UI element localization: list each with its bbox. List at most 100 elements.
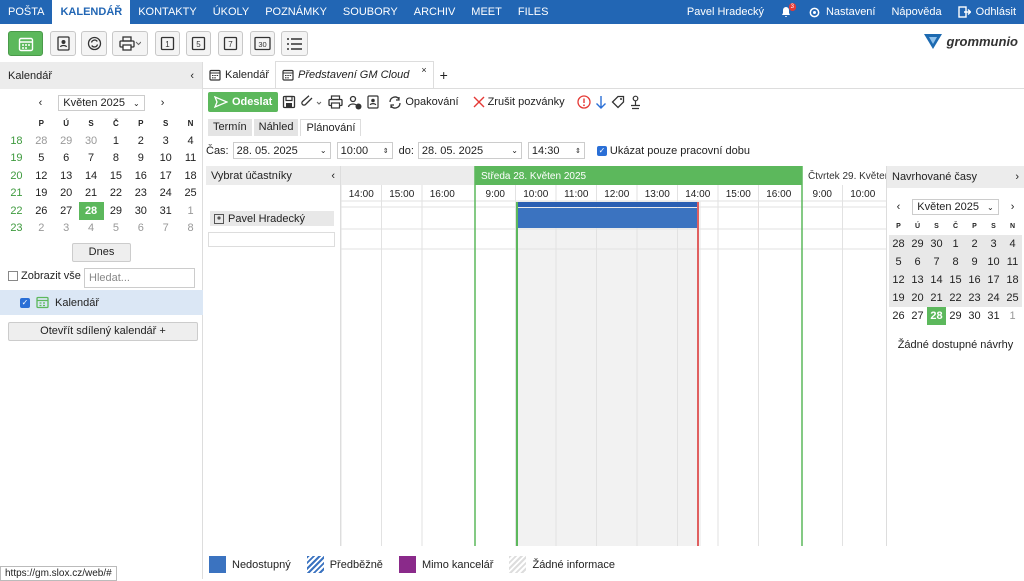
calendar-day[interactable]: 13 (908, 271, 927, 289)
subtab-scheduling[interactable]: Plánování (300, 119, 362, 136)
calendar-day[interactable]: 11 (178, 150, 203, 168)
save-icon[interactable] (282, 95, 296, 109)
calendar-day[interactable]: 23 (128, 185, 153, 203)
nav-item[interactable]: FILES (510, 0, 557, 24)
low-importance-icon[interactable] (595, 95, 607, 109)
calendar-day[interactable]: 5 (29, 150, 54, 168)
add-participant-input[interactable] (208, 232, 335, 247)
add-tab-button[interactable]: + (434, 61, 454, 88)
calendar-day[interactable]: 28 (29, 132, 54, 150)
calendar-day[interactable]: 14 (79, 167, 104, 185)
calendar-day[interactable]: 20 (54, 185, 79, 203)
tab-appointment[interactable]: Představení GM Cloud × (276, 61, 434, 88)
calendar-day[interactable]: 29 (104, 202, 129, 220)
calendar-day[interactable]: 22 (104, 185, 129, 203)
calendar-day[interactable]: 7 (153, 220, 178, 238)
calendar-day[interactable]: 2 (965, 235, 984, 253)
calendar-day[interactable]: 5 (104, 220, 129, 238)
prev-month-icon[interactable]: ‹ (39, 97, 43, 109)
month-select[interactable]: Květen 2025 ⌄ (58, 95, 145, 111)
calendar-day[interactable]: 17 (153, 167, 178, 185)
calendar-day[interactable]: 17 (984, 271, 1003, 289)
calendar-day[interactable]: 5 (889, 253, 908, 271)
notifications-button[interactable]: 3 (780, 3, 796, 18)
calendar-day[interactable]: 1 (104, 132, 129, 150)
calendar-day[interactable]: 2 (128, 132, 153, 150)
calendar-day[interactable]: 16 (128, 167, 153, 185)
next-month-icon[interactable]: › (1011, 201, 1015, 213)
print-button[interactable] (112, 31, 148, 56)
close-tab-icon[interactable]: × (421, 65, 426, 75)
calendar-day[interactable]: 8 (946, 253, 965, 271)
show-all-checkbox[interactable]: Zobrazit vše (8, 270, 81, 282)
calendar-day[interactable]: 30 (79, 132, 104, 150)
calendar-day[interactable]: 25 (178, 185, 203, 203)
expand-suggestions-icon[interactable]: › (1015, 171, 1019, 183)
nav-item[interactable]: ÚKOLY (205, 0, 257, 24)
calendar-day[interactable]: 4 (1003, 235, 1022, 253)
user-name[interactable]: Pavel Hradecký (687, 6, 764, 18)
calendar-checkbox[interactable]: ✓ (20, 297, 30, 308)
tab-calendar[interactable]: Kalendář (203, 61, 277, 88)
calendar-day[interactable]: 28 (889, 235, 908, 253)
help-link[interactable]: Nápověda (891, 6, 941, 18)
calendar-day[interactable]: 30 (927, 235, 946, 253)
list-view-button[interactable] (281, 31, 308, 56)
refresh-button[interactable] (81, 31, 107, 56)
calendar-day[interactable]: 3 (54, 220, 79, 238)
calendar-day[interactable]: 1 (1003, 307, 1022, 325)
suggestions-header[interactable]: Navrhované časy › (887, 166, 1024, 188)
calendar-day[interactable]: 3 (153, 132, 178, 150)
calendar-day[interactable]: 12 (29, 167, 54, 185)
calendar-day[interactable]: 1 (946, 235, 965, 253)
calendar-day[interactable]: 31 (153, 202, 178, 220)
calendar-day[interactable]: 30 (965, 307, 984, 325)
nav-item[interactable]: SOUBORY (335, 0, 406, 24)
calendar-day[interactable]: 9 (965, 253, 984, 271)
calendar-day[interactable]: 8 (178, 220, 203, 238)
nav-item[interactable]: ARCHIV (406, 0, 464, 24)
subtab-preview[interactable]: Náhled (253, 119, 299, 136)
start-date-field[interactable]: 28. 05. 2025 ⌄ (232, 142, 331, 159)
calendar-day[interactable]: 21 (79, 185, 104, 203)
attachment-icon[interactable] (300, 95, 324, 109)
collapse-participants-icon[interactable]: ‹ (331, 170, 335, 182)
calendar-day[interactable]: 24 (984, 289, 1003, 307)
calendar-day[interactable]: 29 (946, 307, 965, 325)
nav-item[interactable]: KONTAKTY (130, 0, 204, 24)
calendar-day[interactable]: 24 (153, 185, 178, 203)
calendar-day[interactable]: 30 (128, 202, 153, 220)
calendar-day[interactable]: 16 (965, 271, 984, 289)
calendar-day[interactable]: 26 (889, 307, 908, 325)
end-time-field[interactable]: 14:30 ⇕ (527, 142, 585, 159)
calendar-day[interactable]: 20 (908, 289, 927, 307)
new-appointment-button[interactable] (8, 31, 43, 56)
participant-row[interactable]: Pavel Hradecký (210, 211, 334, 226)
week-view-button[interactable]: 7 (218, 31, 243, 56)
calendar-day[interactable]: 29 (908, 235, 927, 253)
calendar-day[interactable]: 31 (984, 307, 1003, 325)
nav-item[interactable]: KALENDÁŘ (52, 0, 131, 24)
workweek-view-button[interactable]: 5 (186, 31, 211, 56)
calendar-day[interactable]: 11 (1003, 253, 1022, 271)
calendar-day[interactable]: 4 (178, 132, 203, 150)
nav-item[interactable]: POZNÁMKY (257, 0, 335, 24)
show-all-checkbox-box[interactable] (8, 271, 18, 281)
working-hours-checkbox[interactable]: ✓ (596, 145, 607, 156)
calendar-day[interactable]: 6 (908, 253, 927, 271)
collapse-left-icon[interactable]: ‹ (190, 70, 194, 82)
recurrence-button[interactable]: Opakování (388, 95, 459, 109)
calendar-day[interactable]: 1 (178, 202, 203, 220)
calendar-day[interactable]: 6 (128, 220, 153, 238)
calendar-day[interactable]: 13 (54, 167, 79, 185)
print-appointment-icon[interactable] (328, 95, 344, 109)
calendar-day[interactable]: 28 (927, 307, 946, 325)
prev-month-icon[interactable]: ‹ (897, 201, 901, 213)
calendar-day[interactable]: 23 (965, 289, 984, 307)
calendar-search-input[interactable]: Hledat... (84, 268, 195, 288)
calendar-day[interactable]: 18 (178, 167, 203, 185)
calendar-day[interactable]: 26 (29, 202, 54, 220)
calendar-day[interactable]: 29 (54, 132, 79, 150)
participants-header[interactable]: Vybrat účastníky ‹ (206, 166, 340, 185)
calendar-day[interactable]: 21 (927, 289, 946, 307)
